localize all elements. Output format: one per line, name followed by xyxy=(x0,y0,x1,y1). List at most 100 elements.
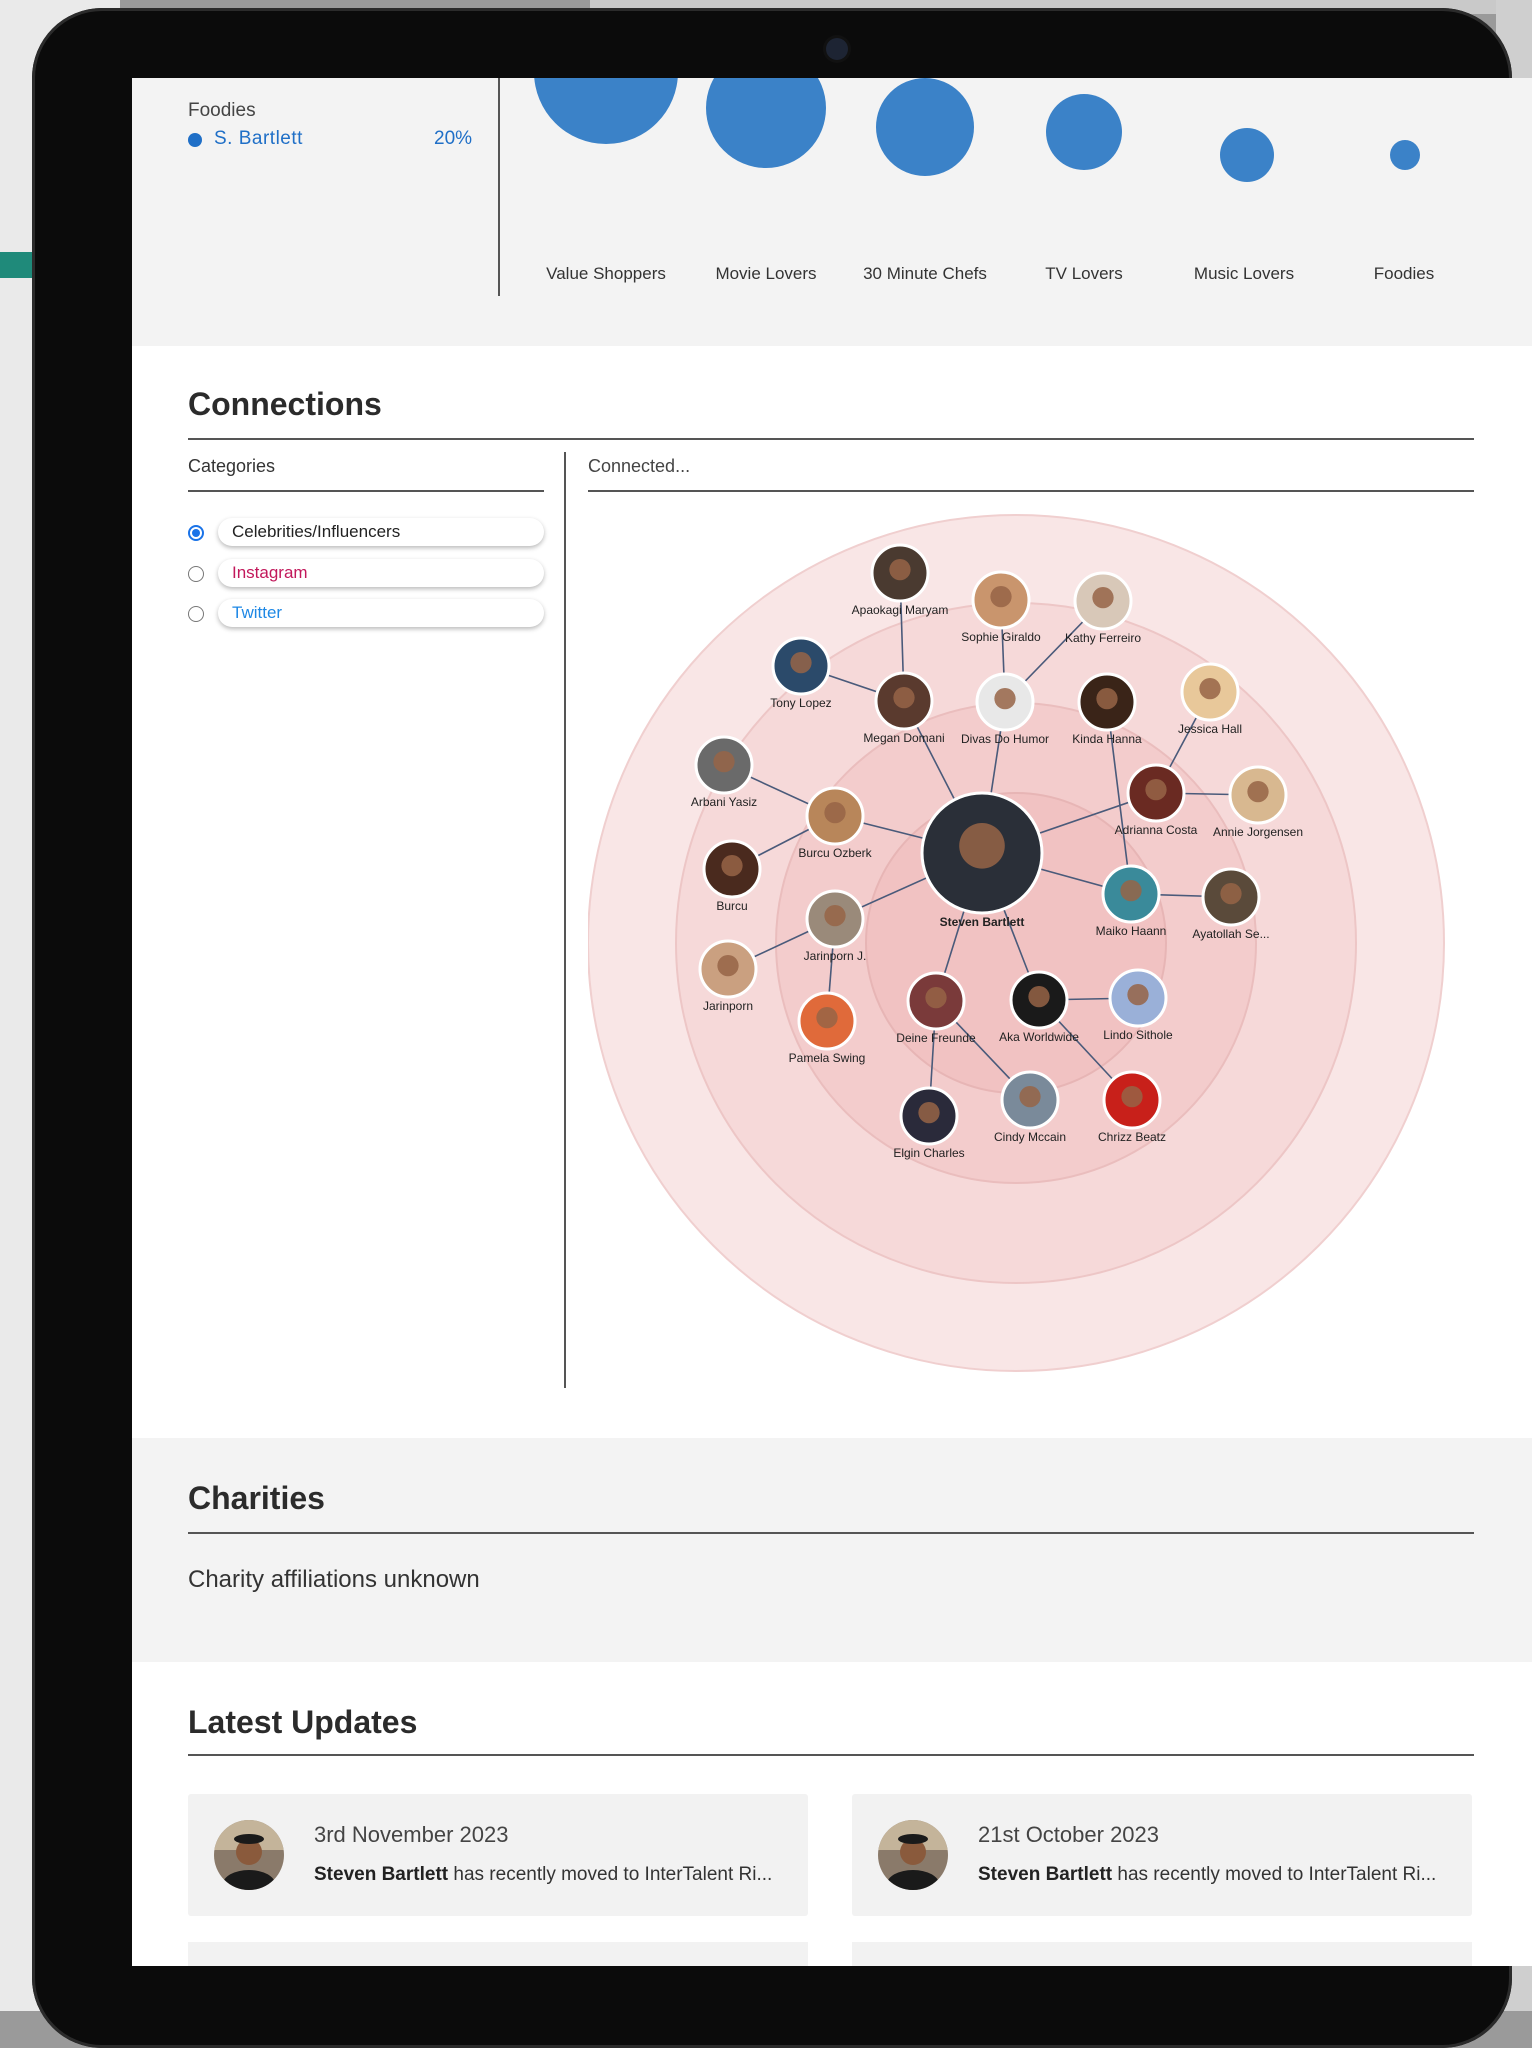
node-tony-lopez[interactable]: Tony Lopez xyxy=(770,636,832,710)
node-label: Jarinporn xyxy=(703,999,753,1013)
node-avatar-face xyxy=(816,1007,838,1029)
update-message: has recently moved to InterTalent Ri... xyxy=(1112,1864,1437,1885)
node-avatar-face xyxy=(1145,779,1167,801)
node-label: Chrizz Beatz xyxy=(1098,1130,1166,1144)
node-label: Steven Bartlett xyxy=(940,915,1025,929)
node-label: Ayatollah Se... xyxy=(1192,927,1269,941)
node-label: Lindo Sithole xyxy=(1103,1028,1173,1042)
node-avatar-face xyxy=(994,688,1016,710)
updates-rule xyxy=(188,1754,1474,1756)
node-label: Divas Do Humor xyxy=(961,732,1049,746)
bubble-label: Value Shoppers xyxy=(546,264,666,283)
node-label: Aka Worldwide xyxy=(999,1030,1079,1044)
node-avatar-face xyxy=(1096,688,1118,710)
node-avatar-face xyxy=(1121,1086,1143,1108)
node-avatar-face xyxy=(918,1102,940,1124)
node-avatar-face xyxy=(893,687,915,709)
node-label: Megan Domani xyxy=(863,731,944,745)
legend-heading: Foodies xyxy=(188,100,256,121)
legend-entry-name[interactable]: S. Bartlett xyxy=(214,128,303,150)
bubble-label: TV Lovers xyxy=(1045,264,1123,283)
charities-text: Charity affiliations unknown xyxy=(188,1566,480,1593)
node-label: Sophie Giraldo xyxy=(961,630,1041,644)
legend-dot-icon xyxy=(188,133,202,147)
node-avatar-face xyxy=(721,855,743,877)
node-label: Kathy Ferreiro xyxy=(1065,631,1141,645)
update-date: 21st October 2023 xyxy=(978,1822,1160,1847)
node-avatar-face xyxy=(889,559,911,581)
category-pill-celebrities[interactable]: Celebrities/Influencers xyxy=(218,518,544,546)
bubble-label: 30 Minute Chefs xyxy=(863,264,987,283)
update-message: has recently moved to InterTalent Ri... xyxy=(448,1864,773,1885)
updates-section: Latest Updates 3rd November 2023 Steven … xyxy=(132,1662,1532,1966)
node-arbani-yasiz[interactable]: Arbani Yasiz xyxy=(691,735,757,809)
node-jessica-hall[interactable]: Jessica Hall xyxy=(1178,662,1242,736)
node-avatar-face xyxy=(824,905,846,927)
node-avatar-face xyxy=(1028,986,1050,1008)
bubble-label: Foodies xyxy=(1373,264,1435,283)
bubble-tv-lovers[interactable] xyxy=(1046,94,1122,170)
bubble-foodies[interactable] xyxy=(1390,140,1420,170)
avatar xyxy=(214,1820,284,1890)
bubble-label: Movie Lovers xyxy=(715,264,817,283)
update-card-partial[interactable] xyxy=(188,1942,808,1966)
update-card-partial[interactable] xyxy=(852,1942,1472,1966)
categories-label: Categories xyxy=(188,456,276,476)
categories-divider xyxy=(564,452,566,1388)
node-avatar-face xyxy=(1120,880,1142,902)
category-radio-celebrities[interactable] xyxy=(188,525,204,541)
bubble-30-minute-chefs[interactable] xyxy=(876,78,974,176)
tablet-frame: Foodies S. Bartlett 20% Value Shoppers M… xyxy=(32,8,1532,2048)
avatar xyxy=(878,1820,948,1890)
update-card[interactable]: 3rd November 2023 Steven Bartlett has re… xyxy=(188,1794,808,1916)
node-label: Burcu xyxy=(716,899,747,913)
charities-title: Charities xyxy=(188,1480,325,1516)
update-card[interactable]: 21st October 2023 Steven Bartlett has re… xyxy=(852,1794,1472,1916)
node-avatar-face xyxy=(717,955,739,977)
update-text: Steven Bartlett has recently moved to In… xyxy=(314,1864,772,1886)
node-avatar-face xyxy=(990,586,1012,608)
connections-title: Connections xyxy=(188,386,382,422)
node-jarinporn-j[interactable]: Jarinporn J. xyxy=(804,889,867,963)
node-avatar-face xyxy=(959,823,1005,869)
connected-rule xyxy=(588,490,1474,492)
bubble-label: Music Lovers xyxy=(1193,264,1295,283)
node-avatar-face xyxy=(1019,1086,1041,1108)
bubble-music-lovers[interactable] xyxy=(1220,128,1274,182)
camera-icon xyxy=(826,38,848,60)
node-label: Tony Lopez xyxy=(770,696,831,710)
node-label: Burcu Ozberk xyxy=(798,846,872,860)
charities-section: Charities Charity affiliations unknown xyxy=(132,1438,1532,1662)
connected-label: Connected... xyxy=(588,456,691,476)
categories-rule xyxy=(188,490,544,492)
connections-graph[interactable]: Apaokagi Maryam Sophie Giraldo Kathy Ferre… xyxy=(588,506,1474,1406)
node-label: Maiko Haann xyxy=(1096,924,1167,938)
bubble-movie-lovers[interactable] xyxy=(706,78,826,168)
node-label: Arbani Yasiz xyxy=(691,795,757,809)
node-label: Jessica Hall xyxy=(1178,722,1242,736)
node-avatar-face xyxy=(713,751,735,773)
category-radio-twitter[interactable] xyxy=(188,606,204,622)
category-radio-instagram[interactable] xyxy=(188,566,204,582)
connections-section: Connections Categories Connected... Cele… xyxy=(132,346,1532,1438)
node-jarinporn[interactable]: Jarinporn xyxy=(698,939,758,1013)
category-pill-instagram[interactable]: Instagram xyxy=(218,559,544,587)
update-person[interactable]: Steven Bartlett xyxy=(978,1864,1112,1885)
node-avatar-face xyxy=(925,987,947,1009)
node-chrizz-beatz[interactable]: Chrizz Beatz xyxy=(1098,1070,1166,1144)
interests-divider xyxy=(498,78,500,296)
update-person[interactable]: Steven Bartlett xyxy=(314,1864,448,1885)
update-text: Steven Bartlett has recently moved to In… xyxy=(978,1864,1436,1886)
node-label: Annie Jorgensen xyxy=(1213,825,1303,839)
legend-entry-percent: 20% xyxy=(434,128,473,149)
bubble-value-shoppers[interactable] xyxy=(534,78,678,144)
category-pill-twitter[interactable]: Twitter xyxy=(218,599,544,627)
node-label: Adrianna Costa xyxy=(1115,823,1198,837)
node-avatar-face xyxy=(1127,984,1149,1006)
node-label: Pamela Swing xyxy=(789,1051,866,1065)
update-date: 3rd November 2023 xyxy=(314,1822,509,1847)
node-avatar-face xyxy=(790,652,812,674)
node-label: Apaokagi Maryam xyxy=(852,603,949,617)
connections-rule xyxy=(188,438,1474,440)
updates-title: Latest Updates xyxy=(188,1704,418,1740)
